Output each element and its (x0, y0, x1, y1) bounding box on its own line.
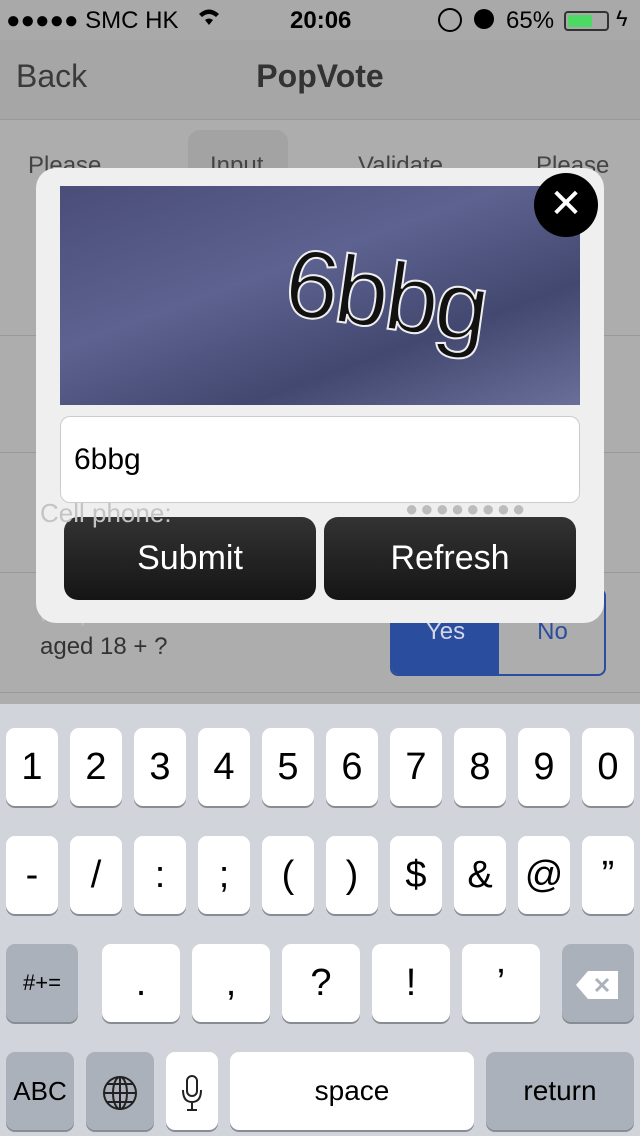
status-bar: ●●●●● SMC HK 20:06 65% ϟ (0, 0, 640, 40)
carrier: ●●●●● SMC HK (6, 7, 179, 34)
submit-button[interactable]: Submit (64, 517, 316, 600)
space-key[interactable]: space (230, 1052, 474, 1130)
microphone-key[interactable] (166, 1052, 218, 1130)
key[interactable]: . (102, 944, 180, 1022)
page-title: PopVote (256, 58, 384, 94)
rotation-lock-icon (438, 8, 462, 32)
key[interactable]: ’ (462, 944, 540, 1022)
key[interactable]: ) (326, 836, 378, 914)
phone-label: Cell phone: (40, 498, 172, 528)
key[interactable]: 4 (198, 728, 250, 806)
key[interactable]: , (192, 944, 270, 1022)
phone-input[interactable]: ●●●●●●●● (405, 496, 527, 522)
return-key[interactable]: return (486, 1052, 634, 1130)
divider (0, 692, 640, 693)
nav-bar: PopVote Back (0, 40, 640, 120)
key[interactable]: $ (390, 836, 442, 914)
key[interactable]: 3 (134, 728, 186, 806)
charging-icon: ϟ (616, 6, 628, 31)
key[interactable]: 5 (262, 728, 314, 806)
key[interactable]: 6 (326, 728, 378, 806)
key[interactable]: - (6, 836, 58, 914)
back-button[interactable]: Back (16, 58, 87, 95)
key[interactable]: & (454, 836, 506, 914)
symbols-key[interactable]: #+= (6, 944, 78, 1022)
globe-icon (103, 1075, 137, 1110)
key[interactable]: 1 (6, 728, 58, 806)
key[interactable]: : (134, 836, 186, 914)
captcha-image: 6bbg (60, 186, 580, 405)
key[interactable]: @ (518, 836, 570, 914)
battery-percent: 65% (506, 7, 555, 34)
keyboard: #+= ABC space return 1 2 3 4 5 6 7 8 9 0 - /:;() $ & @… (0, 704, 640, 1136)
wifi-icon (196, 5, 222, 34)
key[interactable]: 2 (70, 728, 122, 806)
battery-icon (564, 11, 609, 31)
key[interactable]: ( (262, 836, 314, 914)
close-icon[interactable]: ✕ (534, 173, 598, 237)
delete-key[interactable] (562, 944, 634, 1022)
clock: 20:06 (290, 7, 352, 34)
key[interactable]: ? (282, 944, 360, 1022)
captcha-input[interactable]: 6bbg (60, 416, 580, 503)
backspace-icon (576, 970, 618, 999)
key[interactable]: / (70, 836, 122, 914)
key[interactable]: ” (582, 836, 634, 914)
key[interactable]: ; (198, 836, 250, 914)
key[interactable]: ! (372, 944, 450, 1022)
key[interactable]: 0 (582, 728, 634, 806)
key[interactable]: 7 (390, 728, 442, 806)
abc-key[interactable]: ABC (6, 1052, 74, 1130)
resident-label-2: aged 18 + ? (40, 633, 168, 660)
microphone-icon (182, 1074, 202, 1111)
alarm-icon (474, 9, 494, 29)
refresh-button[interactable]: Refresh (324, 517, 576, 600)
key[interactable]: 8 (454, 728, 506, 806)
globe-key[interactable] (86, 1052, 154, 1130)
captcha-text: 6bbg (278, 227, 494, 363)
key[interactable]: 9 (518, 728, 570, 806)
